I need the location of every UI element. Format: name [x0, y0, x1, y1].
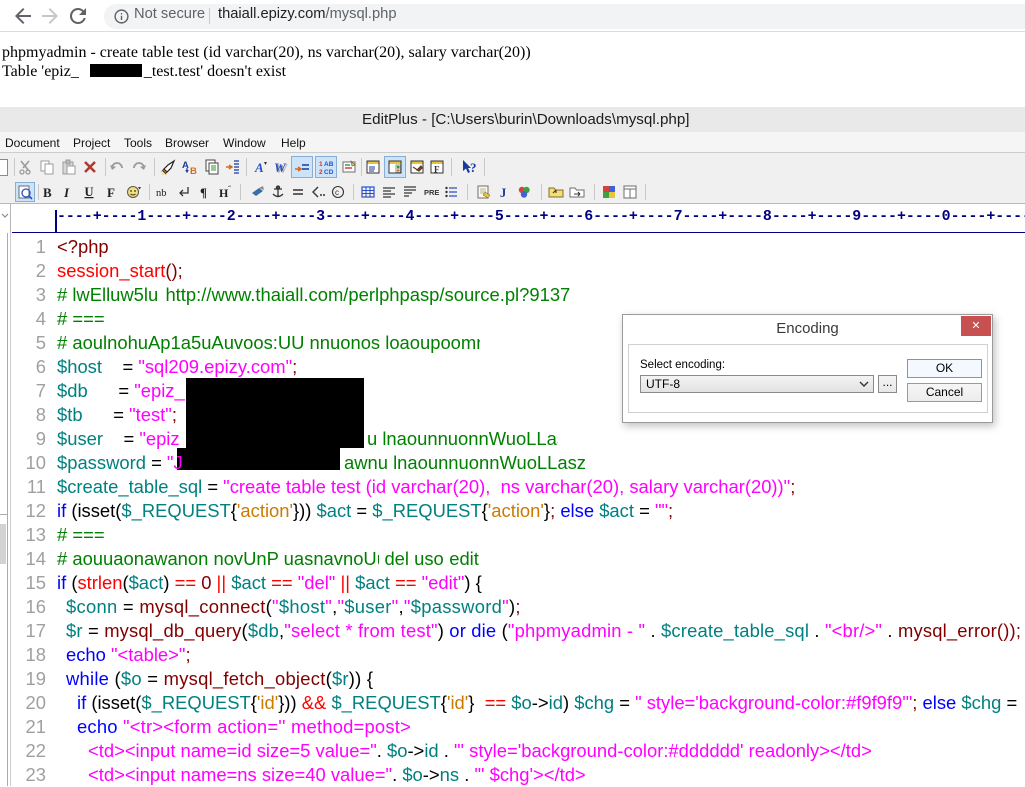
svg-text:I: I — [63, 185, 70, 200]
svg-text:A: A — [254, 160, 264, 175]
svg-text:1: 1 — [319, 161, 323, 168]
svg-text:2: 2 — [319, 169, 323, 175]
svg-text:J: J — [500, 186, 506, 200]
svg-text:F: F — [434, 165, 440, 175]
svg-text:˝: ˝ — [228, 185, 232, 194]
svg-text:?: ? — [470, 160, 477, 175]
svg-text:AB: AB — [324, 161, 334, 168]
svg-text:W: W — [274, 160, 287, 175]
svg-text:nb: nb — [156, 188, 167, 199]
svg-text:B: B — [43, 185, 52, 200]
svg-text:CD: CD — [324, 169, 334, 175]
svg-text:¶: ¶ — [200, 185, 207, 200]
svg-text:B: B — [190, 166, 197, 175]
svg-text:A: A — [182, 160, 189, 171]
svg-text:U: U — [85, 185, 94, 199]
svg-text:c: c — [335, 188, 339, 197]
svg-text:PRE: PRE — [424, 188, 439, 197]
svg-text:F: F — [107, 185, 115, 200]
